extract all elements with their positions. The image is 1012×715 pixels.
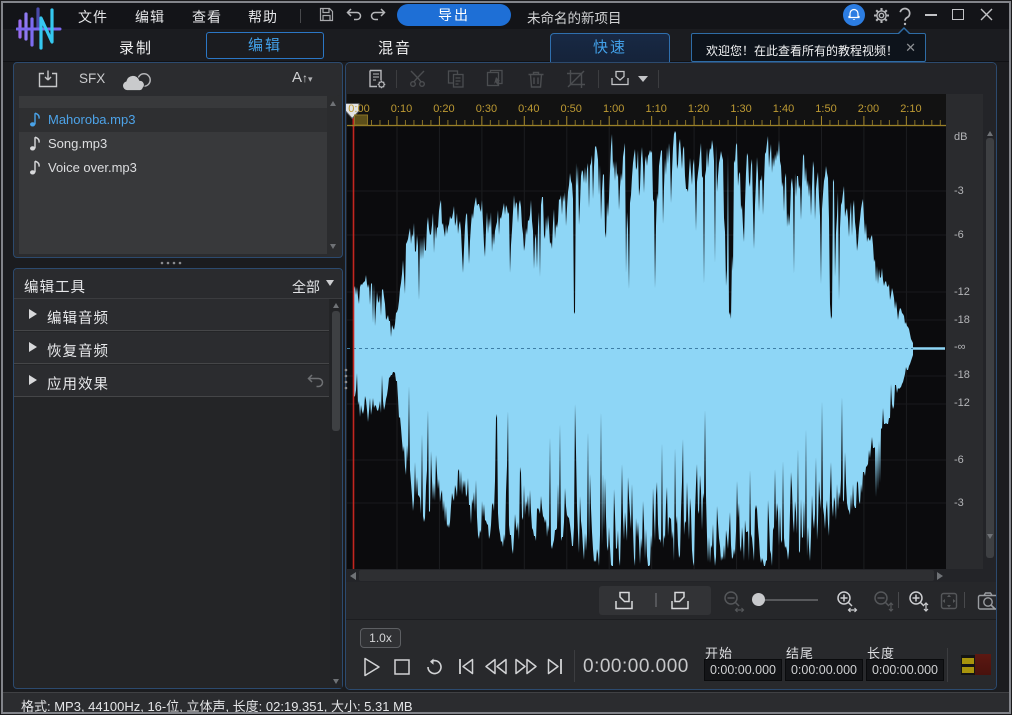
svg-text:0:30: 0:30 xyxy=(476,103,497,115)
svg-text:2:10: 2:10 xyxy=(900,103,921,115)
svg-text:0:00: 0:00 xyxy=(348,103,369,115)
svg-text:1:10: 1:10 xyxy=(645,103,666,115)
svg-text:0:40: 0:40 xyxy=(518,103,539,115)
svg-text:2:00: 2:00 xyxy=(858,103,879,115)
svg-text:0:50: 0:50 xyxy=(560,103,581,115)
svg-text:1:00: 1:00 xyxy=(603,103,624,115)
svg-text:1:20: 1:20 xyxy=(688,103,709,115)
svg-text:0:10: 0:10 xyxy=(391,103,412,115)
svg-text:1:50: 1:50 xyxy=(815,103,836,115)
svg-text:1:30: 1:30 xyxy=(730,103,751,115)
svg-text:1:40: 1:40 xyxy=(773,103,794,115)
svg-text:0:20: 0:20 xyxy=(433,103,454,115)
